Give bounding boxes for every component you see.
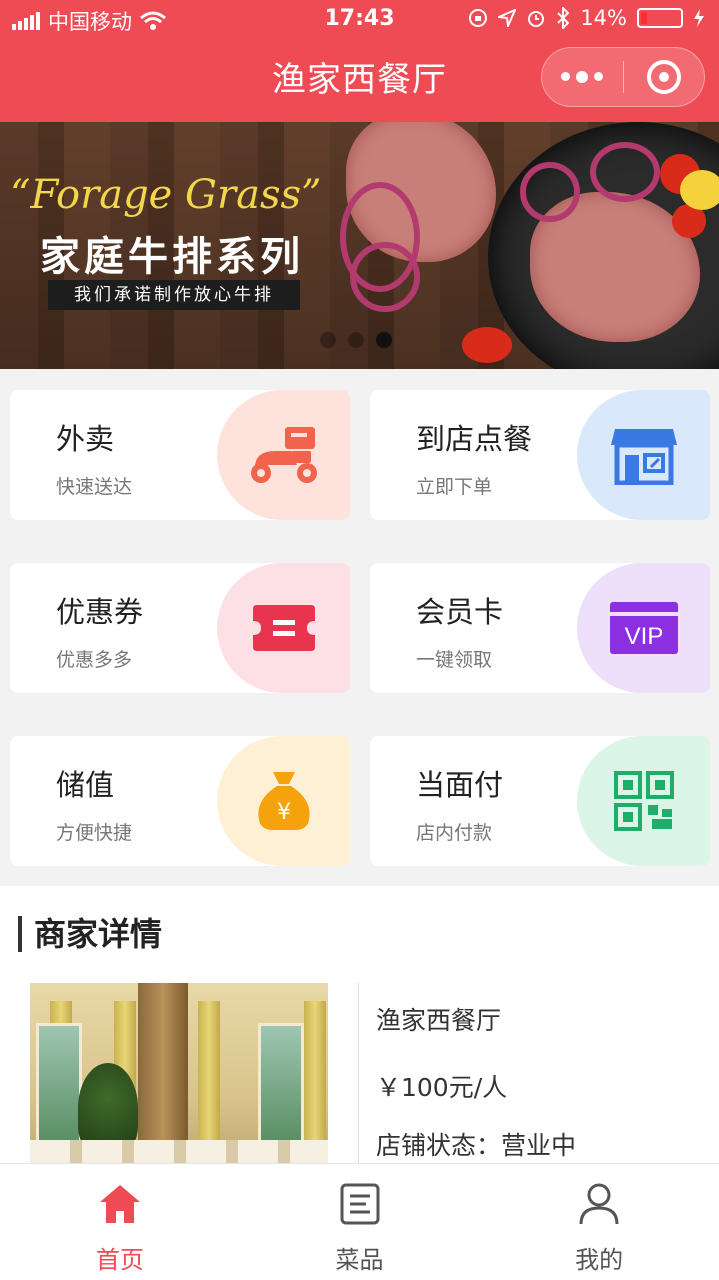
- promo-banner[interactable]: “Forage Grass” 家庭牛排系列 我们承诺制作放心牛排: [0, 122, 719, 369]
- onion-ring-graphic: [590, 142, 660, 202]
- charging-icon: [694, 9, 704, 27]
- service-subtitle: 方便快捷: [56, 822, 133, 844]
- battery-percent: 14%: [580, 6, 627, 30]
- rotation-lock-icon: [469, 9, 488, 27]
- banner-title: “Forage Grass”: [10, 172, 322, 218]
- alarm-icon: [528, 11, 545, 27]
- menu-list-icon: [340, 1183, 379, 1225]
- service-icon-badge: [217, 563, 350, 693]
- status-bar: 中国移动 17:43 14%: [0, 0, 719, 40]
- merchant-section: 商家详情 渔家西餐厅 ￥100元/人 店铺状态：营业中: [0, 886, 719, 1176]
- service-title: 会员卡: [416, 595, 504, 629]
- target-icon: [646, 60, 681, 94]
- carousel-dot[interactable]: [348, 332, 364, 348]
- bluetooth-icon: [557, 7, 570, 29]
- vertical-divider: [358, 983, 359, 1176]
- more-options-button[interactable]: [542, 70, 623, 83]
- service-title: 到店点餐: [416, 422, 533, 456]
- service-title: 外卖: [56, 422, 115, 456]
- banner-subtitle: 家庭牛排系列: [40, 234, 304, 280]
- tab-label: 菜品: [335, 1246, 384, 1274]
- scooter-icon: [250, 427, 317, 483]
- close-mini-program-button[interactable]: [624, 60, 705, 94]
- service-icon-badge: [217, 390, 350, 520]
- section-heading: 商家详情: [18, 916, 162, 952]
- qr-code-icon: [613, 771, 674, 831]
- carousel-indicator: [320, 332, 392, 348]
- merchant-name: 渔家西餐厅: [376, 1006, 502, 1035]
- location-icon: [498, 9, 517, 27]
- service-title: 储值: [56, 768, 115, 802]
- bottom-tab-bar: 首页 菜品 我的: [0, 1163, 719, 1280]
- tab-label: 首页: [95, 1246, 144, 1274]
- window-graphic: [258, 1023, 304, 1143]
- tab-dishes[interactable]: 菜品: [240, 1164, 480, 1280]
- window-graphic: [36, 1023, 82, 1143]
- svg-text:VIP: VIP: [624, 623, 663, 650]
- tomato-graphic: [462, 327, 512, 363]
- restaurant-photo[interactable]: [30, 983, 328, 1176]
- svg-text:¥: ¥: [277, 800, 291, 825]
- service-card-dine-in[interactable]: 到店点餐 立即下单: [370, 390, 710, 520]
- service-subtitle: 店内付款: [416, 822, 493, 844]
- service-icon-badge: [577, 736, 710, 866]
- service-subtitle: 快速送达: [56, 476, 133, 498]
- merchant-status: 店铺状态：营业中: [376, 1131, 577, 1160]
- carousel-dot-active[interactable]: [376, 332, 392, 348]
- mini-program-capsule: [541, 47, 705, 107]
- service-subtitle: 优惠多多: [56, 649, 133, 671]
- service-subtitle: 一键领取: [416, 649, 493, 671]
- onion-ring-graphic: [350, 242, 420, 312]
- coupon-icon: [252, 605, 315, 651]
- tab-home[interactable]: 首页: [0, 1164, 240, 1280]
- onion-ring-graphic: [520, 162, 580, 222]
- service-title: 当面付: [416, 768, 504, 802]
- lemon-graphic: [680, 170, 719, 210]
- service-grid: 外卖 快速送达 到店点餐 立即下单 优惠券 优惠多多 会员卡 一键领取 VIP …: [0, 369, 719, 886]
- service-card-delivery[interactable]: 外卖 快速送达: [10, 390, 350, 520]
- service-card-coupon[interactable]: 优惠券 优惠多多: [10, 563, 350, 693]
- service-card-face-pay[interactable]: 当面付 店内付款: [370, 736, 710, 866]
- storefront-icon: [610, 429, 677, 485]
- service-icon-badge: [577, 390, 710, 520]
- merchant-price: ￥100元/人: [376, 1073, 508, 1102]
- tab-profile[interactable]: 我的: [479, 1164, 719, 1280]
- banner-tagline: 我们承诺制作放心牛排: [48, 280, 300, 310]
- service-card-membership[interactable]: 会员卡 一键领取 VIP: [370, 563, 710, 693]
- service-icon-badge: ¥: [217, 736, 350, 866]
- battery-icon: [637, 8, 683, 28]
- service-subtitle: 立即下单: [416, 476, 493, 498]
- service-title: 优惠券: [56, 595, 144, 629]
- service-icon-badge: VIP: [577, 563, 710, 693]
- user-icon: [579, 1183, 619, 1225]
- vip-card-icon: VIP: [609, 602, 678, 654]
- home-icon: [99, 1185, 140, 1223]
- header: 中国移动 17:43 14% 渔家西餐厅: [0, 0, 719, 122]
- tab-label: 我的: [575, 1246, 624, 1274]
- service-card-stored-value[interactable]: 储值 方便快捷 ¥: [10, 736, 350, 866]
- carousel-dot[interactable]: [320, 332, 336, 348]
- money-bag-icon: ¥: [257, 772, 310, 830]
